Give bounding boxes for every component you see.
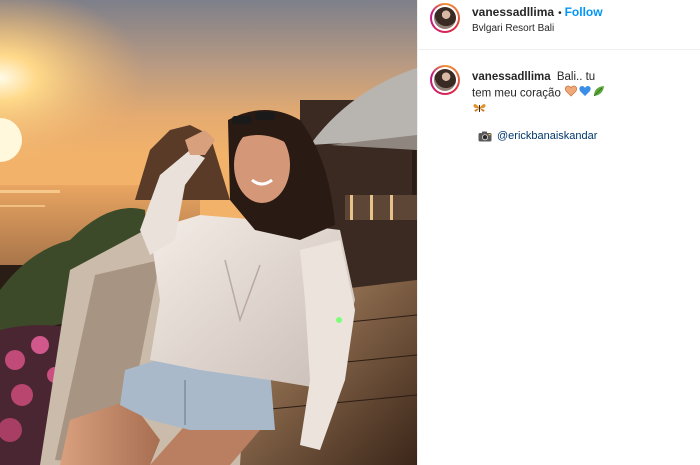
separator-dot: •	[558, 8, 562, 19]
blue-heart-icon	[579, 85, 591, 102]
credit-mention-link[interactable]: @erickbanaiskandar	[497, 130, 597, 142]
location-link[interactable]: Bvlgari Resort Bali	[472, 23, 554, 34]
caption: vanessadllima Bali.. tu tem meu coração	[472, 64, 607, 119]
post-side-panel: vanessadllima • Follow Bvlgari Resort Bali…	[417, 0, 700, 465]
header-user-line: vanessadllima • Follow	[472, 5, 603, 19]
follow-button[interactable]: Follow	[565, 5, 603, 19]
camera-icon	[478, 131, 492, 142]
caption-section: vanessadllima Bali.. tu tem meu coração …	[418, 50, 700, 142]
butterfly-icon	[473, 102, 486, 119]
caption-username[interactable]: vanessadllima	[472, 71, 551, 83]
leaf-icon	[593, 85, 605, 102]
post-header: vanessadllima • Follow Bvlgari Resort Bali	[418, 0, 700, 50]
photo-credit: @erickbanaiskandar	[478, 130, 688, 142]
post-photo[interactable]	[0, 0, 417, 465]
header-username[interactable]: vanessadllima	[472, 5, 554, 19]
peach-heart-icon	[565, 85, 578, 102]
avatar[interactable]	[430, 3, 460, 33]
caption-avatar[interactable]	[430, 65, 460, 95]
